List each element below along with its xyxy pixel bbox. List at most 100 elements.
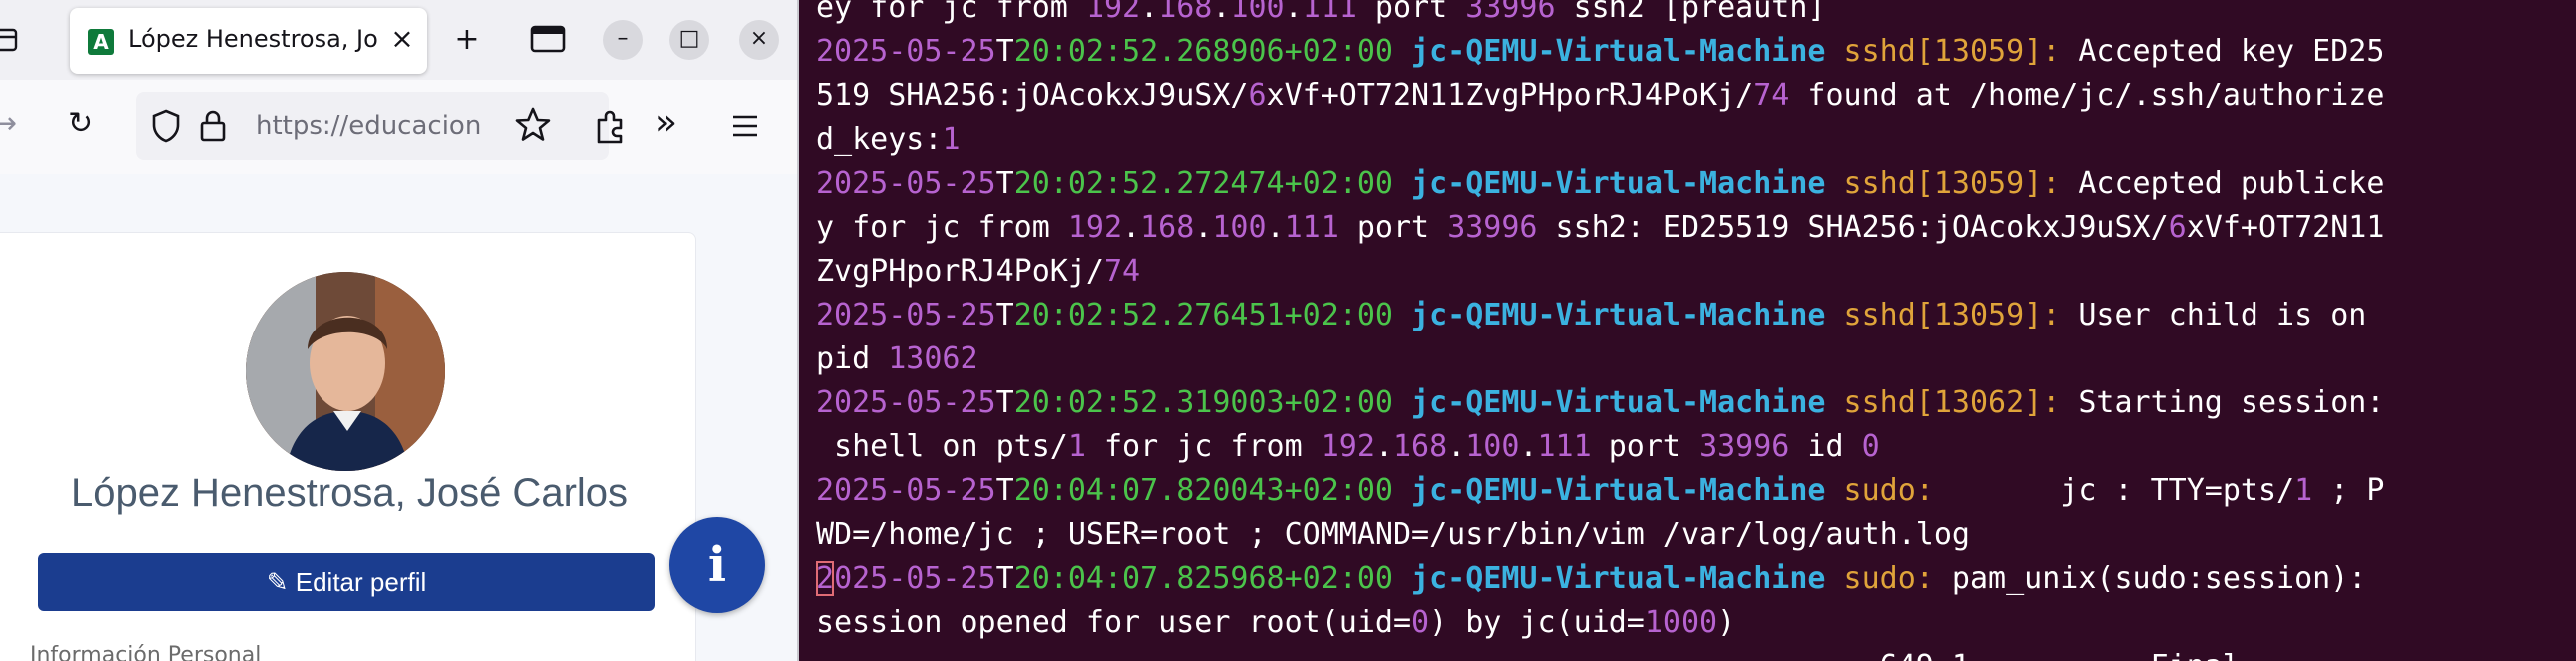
terminal-segment-txt bbox=[1825, 561, 1843, 596]
tab-bar: A López Henestrosa, José Carlos × + – □ … bbox=[0, 0, 797, 80]
terminal-segment-date: 2025-05-25 bbox=[816, 34, 996, 69]
terminal-segment-date: 025-05-25 bbox=[834, 561, 996, 596]
url-text[interactable]: https://educacion bbox=[256, 111, 495, 141]
terminal-segment-txt: xVf+OT72N11 bbox=[2186, 210, 2385, 245]
edit-profile-label: Editar perfil bbox=[295, 567, 427, 597]
terminal-segment-date: 2025-05-25 bbox=[816, 298, 996, 332]
terminal-segment-txt bbox=[1393, 166, 1411, 201]
terminal-line: 2025-05-25T20:04:07.825968+02:00 jc-QEMU… bbox=[816, 557, 2573, 601]
terminal-segment-proc: sudo: bbox=[1843, 473, 1934, 508]
terminal-segment-txt bbox=[1393, 385, 1411, 420]
terminal-segment-txt: d_keys: bbox=[816, 122, 943, 157]
terminal-segment-num: 192 bbox=[1067, 210, 1123, 245]
navigation-bar: → ↻ https://educacion » bbox=[0, 80, 797, 175]
terminal-segment-proc: sudo: bbox=[1843, 561, 1934, 596]
terminal-segment-txt: Starting session: bbox=[2060, 385, 2385, 420]
terminal-segment-txt: . bbox=[1519, 429, 1538, 464]
terminal-segment-num: 168 bbox=[1140, 210, 1195, 245]
terminal-segment-txt: . bbox=[1122, 210, 1141, 245]
terminal-segment-time: 20:02:52.272474+02:00 bbox=[1013, 166, 1393, 201]
overflow-icon[interactable]: » bbox=[655, 102, 677, 143]
terminal-segment-txt: T bbox=[995, 385, 1014, 420]
terminal-line: 649,1 Final bbox=[816, 645, 2573, 661]
section-heading-personal-info: Información Personal bbox=[30, 643, 262, 661]
terminal-segment-txt bbox=[1825, 298, 1843, 332]
browser-window: A López Henestrosa, José Carlos × + – □ … bbox=[0, 0, 799, 661]
terminal-segment-txt: Accepted publicke bbox=[2060, 166, 2385, 201]
terminal-segment-num: 111 bbox=[1302, 0, 1357, 25]
terminal-segment-txt: 519 SHA256:jOAcokxJ9uSX/ bbox=[816, 78, 1249, 113]
terminal-segment-txt bbox=[1825, 473, 1843, 508]
terminal-line: y for jc from 192.168.100.111 port 33996… bbox=[816, 206, 2573, 250]
tab-manager-icon[interactable] bbox=[0, 22, 20, 63]
terminal-segment-date: 2025-05-25 bbox=[816, 385, 996, 420]
terminal-segment-txt: xVf+OT72N11ZvgPHporRJ4PoKj/ bbox=[1266, 78, 1754, 113]
terminal-segment-txt: port bbox=[1591, 429, 1700, 464]
terminal-segment-txt: pam_unix(sudo:session): bbox=[1933, 561, 2367, 596]
terminal-segment-txt: . bbox=[1212, 0, 1231, 25]
forward-icon[interactable]: → bbox=[0, 106, 17, 141]
star-icon[interactable] bbox=[513, 105, 553, 149]
terminal-segment-txt: T bbox=[995, 561, 1014, 596]
url-bar[interactable]: https://educacion bbox=[136, 92, 609, 160]
info-button[interactable]: i bbox=[669, 517, 765, 613]
terminal-segment-txt: ) by jc(uid= bbox=[1429, 605, 1645, 640]
terminal-segment-txt bbox=[1825, 385, 1843, 420]
terminal-segment-txt: ; P bbox=[2312, 473, 2385, 508]
minimize-icon[interactable]: – bbox=[603, 20, 643, 60]
reload-icon[interactable]: ↻ bbox=[68, 106, 93, 141]
terminal-segment-time: 20:04:07.825968+02:00 bbox=[1013, 561, 1393, 596]
terminal-segment-txt: session opened for user root(uid= bbox=[816, 605, 1412, 640]
terminal-segment-txt: T bbox=[995, 473, 1014, 508]
tab-active[interactable]: A López Henestrosa, José Carlos × bbox=[70, 8, 427, 74]
tab-close-icon[interactable]: × bbox=[385, 22, 419, 56]
edit-icon: ✎ bbox=[266, 567, 296, 597]
terminal-segment-txt: T bbox=[995, 298, 1014, 332]
terminal-segment-txt: ZvgPHporRJ4PoKj/ bbox=[816, 254, 1104, 289]
terminal-line: 2025-05-25T20:04:07.820043+02:00 jc-QEMU… bbox=[816, 469, 2573, 513]
terminal-segment-txt: WD=/home/jc ; USER=root ; COMMAND=/usr/b… bbox=[816, 517, 1970, 552]
extensions-icon[interactable] bbox=[591, 106, 631, 150]
avatar bbox=[246, 272, 445, 471]
new-tab-button[interactable]: + bbox=[445, 18, 489, 62]
shield-icon[interactable] bbox=[150, 108, 182, 148]
terminal-segment-num: 13062 bbox=[888, 341, 978, 376]
terminal-segment-txt: . bbox=[1140, 0, 1159, 25]
terminal-segment-num: 168 bbox=[1393, 429, 1448, 464]
terminal-segment-txt: Accepted key ED25 bbox=[2060, 34, 2385, 69]
terminal-segment-txt bbox=[1393, 561, 1411, 596]
menu-icon[interactable] bbox=[729, 110, 761, 146]
terminal-segment-num: 6 bbox=[2168, 210, 2187, 245]
terminal-segment-host: jc-QEMU-Virtual-Machine bbox=[1411, 561, 1826, 596]
terminal-segment-txt: T bbox=[995, 34, 1014, 69]
terminal-line: 2025-05-25T20:02:52.276451+02:00 jc-QEMU… bbox=[816, 294, 2573, 337]
terminal-segment-num: 192 bbox=[1085, 0, 1141, 25]
terminal-segment-proc: sshd[13062]: bbox=[1843, 385, 2061, 420]
maximize-icon[interactable]: □ bbox=[669, 20, 709, 60]
terminal-segment-proc: sshd[13059]: bbox=[1843, 166, 2061, 201]
terminal-segment-num: 74 bbox=[1753, 78, 1790, 113]
terminal-segment-txt: jc : TTY=pts/ bbox=[1933, 473, 2295, 508]
terminal-segment-txt: . bbox=[1374, 429, 1393, 464]
terminal-segment-time: 20:02:52.319003+02:00 bbox=[1013, 385, 1393, 420]
terminal-window[interactable]: ey for jc from 192.168.100.111 port 3399… bbox=[799, 0, 2576, 661]
terminal-segment-txt: T bbox=[995, 166, 1014, 201]
terminal-segment-num: 192 bbox=[1320, 429, 1375, 464]
edit-profile-button[interactable]: ✎ Editar perfil bbox=[38, 553, 655, 611]
terminal-segment-host: jc-QEMU-Virtual-Machine bbox=[1411, 166, 1826, 201]
terminal-segment-txt: pid bbox=[816, 341, 889, 376]
terminal-segment-num: 74 bbox=[1103, 254, 1141, 289]
terminal-segment-txt: found at /home/jc/.ssh/authorize bbox=[1789, 78, 2385, 113]
terminal-line: 2025-05-25T20:02:52.268906+02:00 jc-QEMU… bbox=[816, 30, 2573, 74]
terminal-line: 519 SHA256:jOAcokxJ9uSX/6xVf+OT72N11ZvgP… bbox=[816, 74, 2573, 118]
terminal-segment-time: 20:02:52.276451+02:00 bbox=[1013, 298, 1393, 332]
lock-icon[interactable] bbox=[198, 108, 228, 148]
terminal-segment-txt: port bbox=[1356, 0, 1466, 25]
window-close-icon[interactable]: × bbox=[739, 20, 779, 60]
terminal-segment-num: 33996 bbox=[1447, 210, 1538, 245]
tab-title: López Henestrosa, José Carlos bbox=[128, 25, 379, 53]
side-panel-icon[interactable] bbox=[529, 22, 567, 64]
terminal-segment-txt: y for jc from bbox=[816, 210, 1068, 245]
terminal-segment-txt: . bbox=[1447, 429, 1466, 464]
profile-name: López Henestrosa, José Carlos bbox=[70, 471, 629, 515]
